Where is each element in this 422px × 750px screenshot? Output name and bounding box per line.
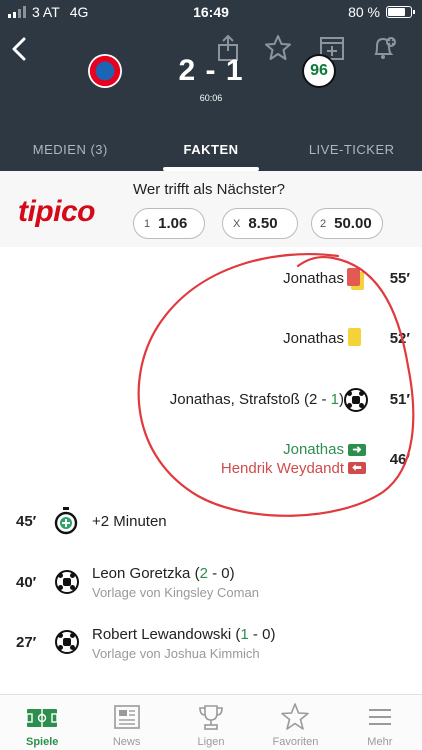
odds-value: 8.50	[248, 215, 278, 232]
nav-label: Favoriten	[272, 736, 319, 748]
nav-label: Spiele	[26, 736, 59, 748]
red-card-icon	[347, 268, 360, 286]
pitch-icon	[26, 709, 58, 727]
tab-fakten[interactable]: FAKTEN	[141, 132, 282, 171]
event-player: Jonathas	[283, 270, 344, 287]
player-out: Hendrik Weydandt	[220, 460, 344, 477]
home-score: 2	[178, 54, 197, 87]
betting-banner[interactable]: tipico Wer trifft als Nächster? 1 1.06 X…	[0, 171, 422, 247]
star-icon	[281, 703, 310, 730]
odds-key: 1	[144, 217, 151, 230]
goal-score-open: (2 -	[303, 391, 331, 408]
event-minute: 45′	[16, 513, 37, 530]
event-minute: 27′	[16, 634, 37, 651]
status-bar: 3 AT 4G 16:49 80 %	[0, 0, 422, 24]
away-crest-text: 96	[310, 62, 328, 79]
nav-mehr[interactable]: Mehr	[338, 695, 422, 750]
goal-scorer: Leon Goretzka	[92, 565, 191, 582]
event-minute: 52′	[389, 330, 410, 347]
match-tabs: MEDIEN (3) FAKTEN LIVE-TICKER	[0, 132, 422, 171]
goal-score-highlight: 1	[240, 626, 249, 643]
player-in: Jonathas	[283, 441, 344, 458]
stoppage-text: +2 Minuten	[92, 513, 167, 530]
soccer-ball-icon	[344, 388, 368, 412]
away-score: 1	[225, 54, 244, 87]
score-separator: -	[205, 54, 217, 87]
menu-icon	[368, 709, 391, 725]
soccer-ball-icon	[55, 630, 79, 654]
sub-in-arrow-icon: ➜	[348, 444, 366, 456]
bet-question: Wer trifft als Nächster?	[133, 181, 285, 198]
goal-score-close: - 0)	[207, 565, 235, 582]
soccer-ball-icon	[55, 570, 79, 594]
nav-ligen[interactable]: Ligen	[169, 695, 253, 750]
nav-label: Ligen	[197, 736, 225, 748]
battery-icon	[386, 6, 415, 18]
event-player: Robert Lewandowski (1 - 0)	[92, 626, 275, 643]
event-minute: 46′	[389, 451, 410, 468]
odds-key: X	[233, 217, 241, 230]
match-clock: 60:06	[199, 93, 223, 103]
goal-score-highlight: 1	[330, 391, 339, 408]
nav-spiele[interactable]: Spiele	[0, 695, 84, 750]
goal-scorer: Jonathas, Strafstoß	[169, 391, 300, 408]
match-score: 2 - 1	[0, 54, 422, 88]
event-minute: 51′	[389, 391, 410, 408]
event-yellow-card[interactable]: Jonathas 52′	[0, 328, 422, 350]
odds-button-away[interactable]: 2 50.00	[311, 208, 383, 239]
event-stoppage-time[interactable]: 45′ +2 Minuten	[0, 506, 422, 536]
goal-scorer: Robert Lewandowski	[92, 626, 232, 643]
assist-text: Vorlage von Kingsley Coman	[92, 585, 259, 600]
tab-live-ticker[interactable]: LIVE-TICKER	[281, 132, 422, 171]
event-goal-goretzka[interactable]: 40′ Leon Goretzka (2 - 0) Vorlage von Ki…	[0, 563, 422, 603]
away-team-crest[interactable]: 96	[302, 54, 336, 88]
sub-out-arrow-icon: ⬅	[348, 462, 366, 474]
event-player: Jonathas, Strafstoß (2 - 1)	[170, 391, 344, 408]
event-minute: 40′	[16, 574, 37, 591]
odds-button-home[interactable]: 1 1.06	[133, 208, 205, 239]
nav-label: News	[112, 736, 141, 748]
event-player: Leon Goretzka (2 - 0)	[92, 565, 235, 582]
odds-value: 1.06	[158, 215, 188, 232]
nav-label: Mehr	[367, 736, 393, 748]
event-substitution[interactable]: Jonathas Hendrik Weydandt ➜ ⬅ 46′	[0, 440, 422, 480]
assist-text: Vorlage von Joshua Kimmich	[92, 646, 260, 661]
stopwatch-icon	[54, 507, 78, 535]
event-red-card[interactable]: Jonathas 55′	[0, 268, 422, 290]
odds-key: 2	[320, 217, 327, 230]
event-minute: 55′	[389, 270, 410, 287]
tipico-logo: tipico	[18, 195, 96, 228]
goal-score-highlight: 2	[199, 565, 208, 582]
tab-medien[interactable]: MEDIEN (3)	[0, 132, 141, 171]
odds-value: 50.00	[334, 215, 372, 232]
event-player: Jonathas	[283, 330, 344, 347]
event-goal-lewandowski[interactable]: 27′ Robert Lewandowski (1 - 0) Vorlage v…	[0, 624, 422, 664]
nav-favoriten[interactable]: Favoriten	[253, 695, 337, 750]
nav-news[interactable]: News	[84, 695, 168, 750]
match-header: 2 - 1 96 60:06 MEDIEN (3) FAKTEN LIVE-TI…	[0, 24, 422, 171]
bottom-navigation: Spiele News Ligen Favoriten Mehr	[0, 694, 422, 750]
odds-button-draw[interactable]: X 8.50	[222, 208, 298, 239]
newspaper-icon	[113, 705, 140, 729]
trophy-icon	[199, 705, 223, 730]
battery-label: 80 %	[348, 4, 380, 20]
event-goal-jonathas[interactable]: Jonathas, Strafstoß (2 - 1) 51′	[0, 386, 422, 414]
yellow-card-icon	[348, 328, 361, 346]
goal-score-close: - 0)	[248, 626, 276, 643]
